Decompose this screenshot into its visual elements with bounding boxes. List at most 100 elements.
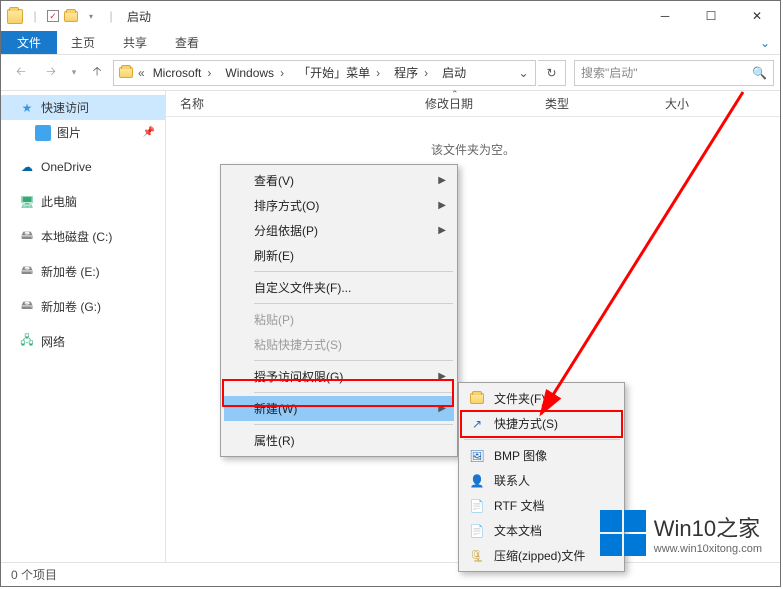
drive-icon: 🖴	[19, 264, 35, 280]
qat-folder-icon[interactable]	[63, 8, 79, 24]
ctx-paste: 粘贴(P)	[224, 307, 454, 332]
chevron-right-icon: ▶	[438, 200, 446, 211]
sidebar-item-onedrive[interactable]: ☁ OneDrive	[1, 155, 165, 179]
context-separator	[254, 392, 453, 393]
watermark: Win10之家 www.win10xitong.com	[600, 510, 762, 556]
search-input[interactable]: 搜索"启动" 🔍	[574, 60, 774, 86]
context-separator	[254, 271, 453, 272]
empty-folder-message: 该文件夹为空。	[166, 141, 780, 158]
tab-home[interactable]: 主页	[57, 31, 109, 54]
qat-dropdown-icon[interactable]: ▾	[83, 8, 99, 24]
ctx-sort[interactable]: 排序方式(O)▶	[224, 193, 454, 218]
chevron-right-icon: ▶	[438, 225, 446, 236]
breadcrumb-seg-3[interactable]: 程序›	[388, 61, 436, 85]
tab-share[interactable]: 共享	[109, 31, 161, 54]
watermark-brand: Win10	[654, 516, 716, 541]
ctx-new-shortcut[interactable]: ↗快捷方式(S)	[462, 411, 621, 436]
qat-separator: |	[27, 8, 43, 24]
tab-view[interactable]: 查看	[161, 31, 213, 54]
qat-separator2: |	[103, 8, 119, 24]
chevron-right-icon: ▶	[438, 403, 446, 414]
ctx-group[interactable]: 分组依据(P)▶	[224, 218, 454, 243]
ctx-new-folder[interactable]: 文件夹(F)	[462, 386, 621, 411]
status-item-count: 0 个项目	[11, 566, 57, 583]
sidebar-item-drive-e[interactable]: 🖴 新加卷 (E:)	[1, 259, 165, 284]
search-icon[interactable]: 🔍	[752, 66, 767, 80]
pictures-icon	[35, 125, 51, 141]
ctx-new-contact[interactable]: 👤联系人	[462, 468, 621, 493]
txt-icon: 📄	[468, 522, 486, 540]
column-name[interactable]: 名称	[166, 95, 411, 112]
sort-indicator-icon: ⌃	[451, 89, 459, 100]
watermark-url: www.win10xitong.com	[654, 543, 762, 555]
drive-icon: 🖴	[19, 299, 35, 315]
close-button[interactable]: ✕	[734, 1, 780, 31]
network-icon: 🖧	[19, 334, 35, 350]
breadcrumb-folder-icon[interactable]	[116, 67, 136, 78]
column-date[interactable]: 修改日期	[411, 95, 531, 112]
zip-icon: 🗜	[468, 547, 486, 565]
bmp-icon: 🖼	[468, 447, 486, 465]
ctx-view[interactable]: 查看(V)▶	[224, 168, 454, 193]
refresh-button[interactable]: ↻	[538, 60, 566, 86]
ribbon-expand-button[interactable]: ⌄	[750, 31, 780, 54]
ctx-customize[interactable]: 自定义文件夹(F)...	[224, 275, 454, 300]
ctx-new[interactable]: 新建(W)▶	[224, 396, 454, 421]
nav-history-dropdown[interactable]: ▾	[67, 59, 81, 87]
context-separator	[464, 439, 620, 440]
ctx-new-bmp[interactable]: 🖼BMP 图像	[462, 443, 621, 468]
rtf-icon: 📄	[468, 497, 486, 515]
file-tab[interactable]: 文件	[1, 31, 57, 54]
maximize-button[interactable]: ☐	[688, 1, 734, 31]
ctx-new-zip[interactable]: 🗜压缩(zipped)文件	[462, 543, 621, 568]
sidebar-item-quick-access[interactable]: ★ 快速访问	[1, 95, 165, 120]
column-type[interactable]: 类型	[531, 95, 651, 112]
contact-icon: 👤	[468, 472, 486, 490]
breadcrumb-seg-2[interactable]: 「开始」菜单›	[292, 61, 388, 85]
context-separator	[254, 424, 453, 425]
sidebar-item-pictures[interactable]: 图片 📌	[1, 120, 165, 145]
thispc-icon: 🖥	[19, 194, 35, 210]
ctx-properties[interactable]: 属性(R)	[224, 428, 454, 453]
sidebar-item-drive-c[interactable]: 🖴 本地磁盘 (C:)	[1, 224, 165, 249]
watermark-suffix: 之家	[716, 516, 760, 541]
sidebar-item-network[interactable]: 🖧 网络	[1, 329, 165, 354]
window-title: 启动	[127, 8, 151, 25]
nav-forward-button: 🡢	[37, 59, 65, 87]
nav-back-button[interactable]: 🡠	[7, 59, 35, 87]
sidebar-item-drive-g[interactable]: 🖴 新加卷 (G:)	[1, 294, 165, 319]
minimize-button[interactable]: ─	[642, 1, 688, 31]
chevron-right-icon: ▶	[438, 175, 446, 186]
folder-app-icon	[7, 8, 23, 24]
star-icon: ★	[19, 100, 35, 116]
address-dropdown[interactable]: ⌄	[513, 66, 533, 80]
shortcut-icon: ↗	[468, 415, 486, 433]
sidebar-item-thispc[interactable]: 🖥 此电脑	[1, 189, 165, 214]
column-headers: ⌃ 名称 修改日期 类型 大小	[166, 91, 780, 117]
ctx-new-txt[interactable]: 📄文本文档	[462, 518, 621, 543]
ctx-paste-shortcut: 粘贴快捷方式(S)	[224, 332, 454, 357]
breadcrumb-root-chevron[interactable]: «	[136, 66, 147, 80]
nav-up-button[interactable]: 🡡	[83, 59, 111, 87]
ctx-grant-access[interactable]: 授予访问权限(G)▶	[224, 364, 454, 389]
breadcrumb-seg-1[interactable]: Windows›	[219, 61, 292, 85]
context-menu-main: 查看(V)▶ 排序方式(O)▶ 分组依据(P)▶ 刷新(E) 自定义文件夹(F)…	[220, 164, 458, 457]
folder-icon	[468, 390, 486, 408]
breadcrumb-seg-4[interactable]: 启动	[436, 61, 472, 85]
column-size[interactable]: 大小	[651, 95, 780, 112]
onedrive-icon: ☁	[19, 159, 35, 175]
navigation-pane: ★ 快速访问 图片 📌 ☁ OneDrive 🖥 此电脑 🖴 本地磁盘 (C:	[1, 91, 166, 562]
ctx-new-rtf[interactable]: 📄RTF 文档	[462, 493, 621, 518]
chevron-right-icon: ▶	[438, 371, 446, 382]
windows-logo-icon	[600, 510, 646, 556]
context-separator	[254, 303, 453, 304]
context-separator	[254, 360, 453, 361]
status-bar: 0 个项目	[1, 562, 780, 586]
pin-icon: 📌	[143, 127, 155, 138]
breadcrumb-seg-0[interactable]: Microsoft›	[147, 61, 220, 85]
address-bar[interactable]: « Microsoft› Windows› 「开始」菜单› 程序› 启动 ⌄	[113, 60, 536, 86]
search-placeholder: 搜索"启动"	[581, 64, 638, 81]
qat-checkbox-icon[interactable]: ✓	[47, 10, 59, 22]
ctx-refresh[interactable]: 刷新(E)	[224, 243, 454, 268]
drive-icon: 🖴	[19, 229, 35, 245]
